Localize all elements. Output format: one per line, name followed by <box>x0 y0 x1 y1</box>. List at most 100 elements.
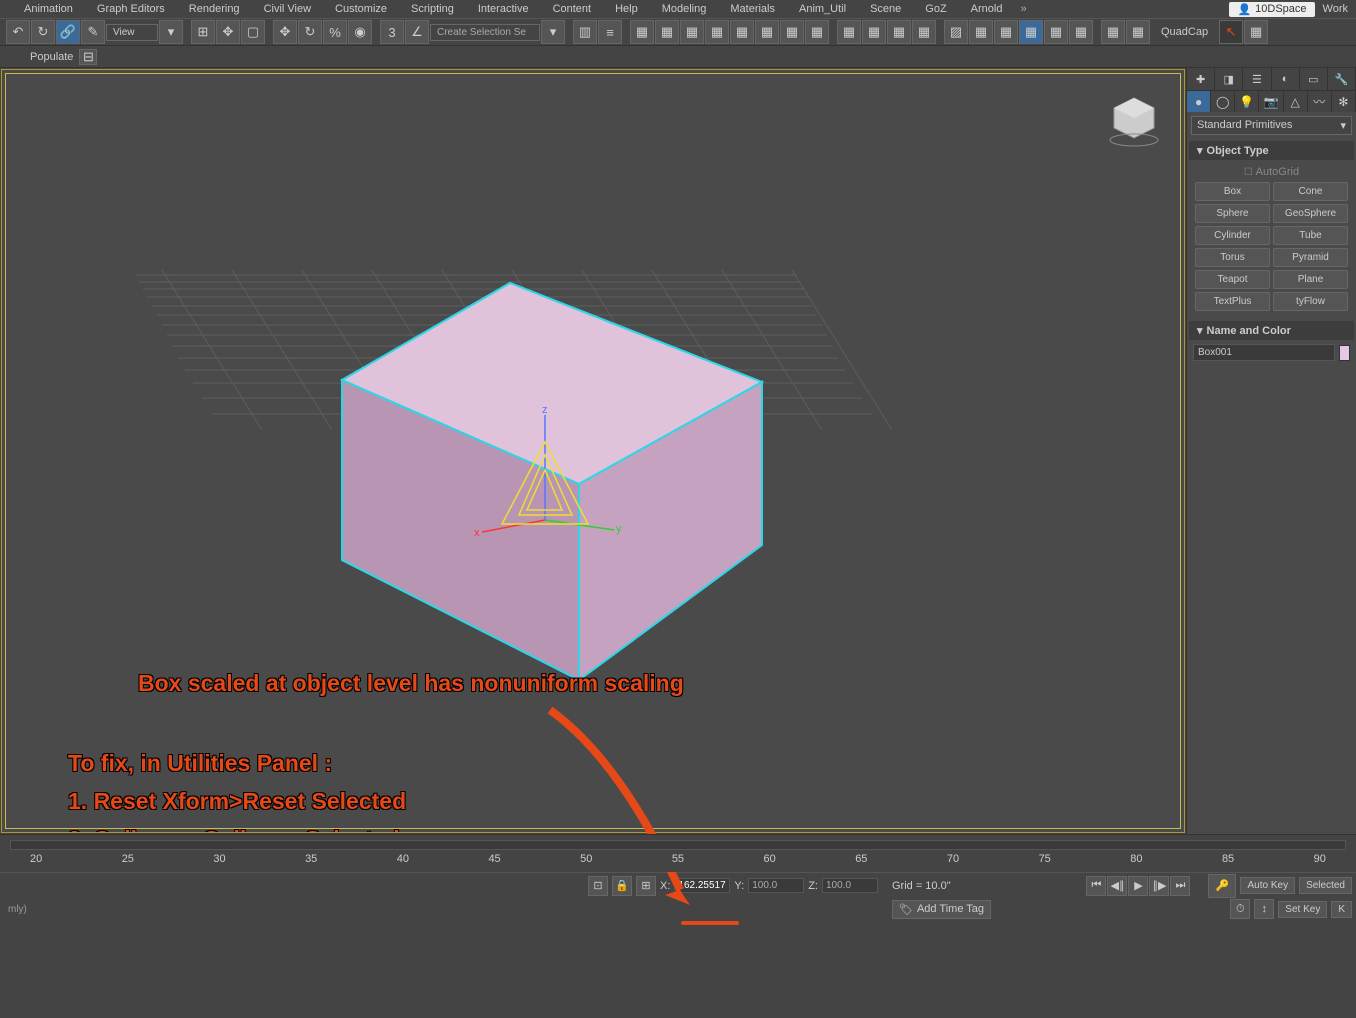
object-name-input[interactable] <box>1193 344 1335 361</box>
time-slider[interactable]: 202530 354045 505560 657075 808590 <box>0 834 1356 872</box>
align-button[interactable]: ≡ <box>598 20 622 44</box>
redo-button[interactable]: ↻ <box>31 20 55 44</box>
autogrid-checkbox[interactable]: ☐ AutoGrid <box>1193 164 1350 180</box>
keyfilters-button[interactable]: K <box>1331 901 1352 918</box>
hierarchy-tab[interactable]: ☰ <box>1243 68 1271 90</box>
textplus-button[interactable]: TextPlus <box>1195 292 1270 311</box>
selection-set-dropdown[interactable] <box>430 24 540 41</box>
tyflow-button[interactable]: tyFlow <box>1273 292 1348 311</box>
pyramid-button[interactable]: Pyramid <box>1273 248 1348 267</box>
y-input[interactable] <box>748 878 804 893</box>
t7-button[interactable]: ▦ <box>994 20 1018 44</box>
z-input[interactable] <box>822 878 878 893</box>
menu-civilview[interactable]: Civil View <box>252 1 323 17</box>
t3-button[interactable]: ▦ <box>887 20 911 44</box>
t13-button[interactable]: ▦ <box>1244 20 1268 44</box>
geometry-subtab[interactable]: ● <box>1187 91 1211 112</box>
modify-tab[interactable]: ◨ <box>1215 68 1243 90</box>
menu-arnold[interactable]: Arnold <box>959 1 1015 17</box>
geosphere-button[interactable]: GeoSphere <box>1273 204 1348 223</box>
primitive-dropdown[interactable]: Standard Primitives ▾ <box>1191 116 1352 135</box>
menu-materials[interactable]: Materials <box>718 1 787 17</box>
t2-button[interactable]: ▦ <box>862 20 886 44</box>
selobj-button[interactable]: ✥ <box>216 20 240 44</box>
menu-interactive[interactable]: Interactive <box>466 1 541 17</box>
t8-button[interactable]: ▦ <box>1019 20 1043 44</box>
selected-button[interactable]: Selected <box>1299 877 1352 894</box>
sellock-button[interactable]: ⊞ <box>636 876 656 896</box>
plane-button[interactable]: Plane <box>1273 270 1348 289</box>
layer-button[interactable]: ▦ <box>630 20 654 44</box>
anglesnap-button[interactable]: ∠ <box>405 20 429 44</box>
rendframe-button[interactable]: ▦ <box>780 20 804 44</box>
menu-help[interactable]: Help <box>603 1 650 17</box>
scale-button[interactable]: % <box>323 20 347 44</box>
motion-tab[interactable]: ◐ <box>1272 68 1300 90</box>
menu-animutil[interactable]: Anim_Util <box>787 1 858 17</box>
t1-button[interactable]: ▦ <box>837 20 861 44</box>
t4-button[interactable]: ▦ <box>912 20 936 44</box>
mirror-button[interactable]: ▥ <box>573 20 597 44</box>
box-object[interactable] <box>342 283 762 680</box>
select-button[interactable]: ▾ <box>159 20 183 44</box>
matedit-button[interactable]: ▦ <box>730 20 754 44</box>
keyfilter-button[interactable]: ↕ <box>1254 899 1274 919</box>
menu-scene[interactable]: Scene <box>858 1 913 17</box>
selset-dd-button[interactable]: ▾ <box>541 20 565 44</box>
next-frame-button[interactable]: ∥▶ <box>1149 876 1169 896</box>
autokey-button[interactable]: Auto Key <box>1240 877 1295 894</box>
menu-modeling[interactable]: Modeling <box>650 1 719 17</box>
user-badge[interactable]: 👤 10DSpace <box>1229 2 1314 17</box>
toggle-button[interactable]: ▦ <box>655 20 679 44</box>
teapot-button[interactable]: Teapot <box>1195 270 1270 289</box>
place-button[interactable]: ◉ <box>348 20 372 44</box>
setkey-button[interactable]: Set Key <box>1278 901 1327 918</box>
undo-button[interactable]: ↶ <box>6 20 30 44</box>
menu-scripting[interactable]: Scripting <box>399 1 466 17</box>
shapes-subtab[interactable]: ◯ <box>1211 91 1235 112</box>
systems-subtab[interactable]: ✻ <box>1332 91 1356 112</box>
viewport[interactable]: z y x Box scaled at object level has non… <box>1 69 1185 833</box>
prev-frame-button[interactable]: ◀∥ <box>1107 876 1127 896</box>
lights-subtab[interactable]: 💡 <box>1235 91 1259 112</box>
snap-button[interactable]: 3 <box>380 20 404 44</box>
goto-start-button[interactable]: ⏮ <box>1086 876 1106 896</box>
t11-button[interactable]: ▦ <box>1101 20 1125 44</box>
lock-button[interactable]: 🔒 <box>612 876 632 896</box>
t10-button[interactable]: ▦ <box>1069 20 1093 44</box>
keymode-button[interactable]: 🔑 <box>1208 874 1236 898</box>
cameras-subtab[interactable]: 📷 <box>1259 91 1283 112</box>
selname-button[interactable]: ▢ <box>241 20 265 44</box>
t6-button[interactable]: ▦ <box>969 20 993 44</box>
tube-button[interactable]: Tube <box>1273 226 1348 245</box>
menu-customize[interactable]: Customize <box>323 1 399 17</box>
menu-overflow-icon[interactable]: » <box>1014 3 1032 15</box>
workspace-label[interactable]: Work <box>1315 1 1356 17</box>
object-type-header[interactable]: ▾ Object Type <box>1189 141 1354 160</box>
rendprod-button[interactable]: ▦ <box>805 20 829 44</box>
populate-button[interactable]: ⊟ <box>79 49 97 65</box>
link-button[interactable]: 🔗 <box>56 20 80 44</box>
play-button[interactable]: ▶ <box>1128 876 1148 896</box>
move-button[interactable]: ✥ <box>273 20 297 44</box>
menu-animation[interactable]: Animation <box>12 1 85 17</box>
t9-button[interactable]: ▦ <box>1044 20 1068 44</box>
cylinder-button[interactable]: Cylinder <box>1195 226 1270 245</box>
goto-end-button[interactable]: ⏭ <box>1170 876 1190 896</box>
render-button[interactable]: ▦ <box>755 20 779 44</box>
timeconfig-button[interactable]: ⏱ <box>1230 899 1250 919</box>
refcoord-dropdown[interactable] <box>106 24 158 41</box>
menu-goz[interactable]: GoZ <box>913 1 958 17</box>
isolate-button[interactable]: ⊡ <box>588 876 608 896</box>
menu-grapheditors[interactable]: Graph Editors <box>85 1 177 17</box>
torus-button[interactable]: Torus <box>1195 248 1270 267</box>
selfilter-button[interactable]: ⊞ <box>191 20 215 44</box>
x-input[interactable] <box>674 878 730 893</box>
curve-button[interactable]: ▦ <box>680 20 704 44</box>
display-tab[interactable]: ▭ <box>1300 68 1328 90</box>
menu-content[interactable]: Content <box>541 1 604 17</box>
menu-rendering[interactable]: Rendering <box>177 1 252 17</box>
cone-button[interactable]: Cone <box>1273 182 1348 201</box>
space-subtab[interactable]: 〰 <box>1308 91 1332 112</box>
create-tab[interactable]: ✚ <box>1187 68 1215 90</box>
